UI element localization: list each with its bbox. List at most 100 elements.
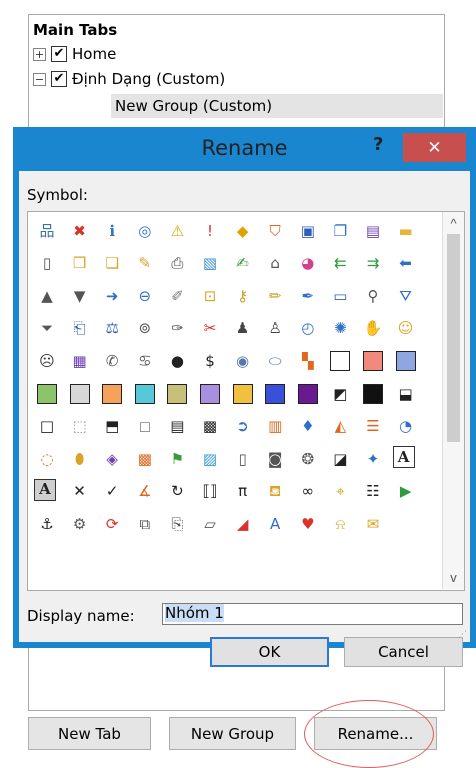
save-all-icon[interactable]: ▤: [360, 218, 386, 244]
ball-icon[interactable]: ●: [164, 348, 190, 374]
hierarchy-icon[interactable]: ⚑: [164, 446, 190, 472]
anchor-icon[interactable]: ⚓: [34, 511, 60, 537]
bottom-half-square-icon[interactable]: ⬓: [393, 381, 419, 407]
tree-item-custom-tab[interactable]: − ✔ Định Dạng (Custom): [33, 67, 225, 91]
outline-square-icon[interactable]: □: [34, 414, 60, 440]
drop-icon[interactable]: ♦: [295, 414, 321, 440]
back-arrows-icon[interactable]: ⇇: [327, 251, 353, 277]
diagram-icon[interactable]: ◪: [327, 446, 353, 472]
refresh-icon[interactable]: ↻: [164, 479, 190, 505]
triangle-down-icon[interactable]: ▼: [67, 283, 93, 309]
violet-square-icon[interactable]: [295, 381, 321, 407]
page-icon[interactable]: ▱: [197, 511, 223, 537]
symbol-scrollbar[interactable]: ^ v: [442, 212, 464, 589]
white-square-icon[interactable]: [327, 348, 353, 374]
gear-person-icon[interactable]: ⚙: [67, 511, 93, 537]
new-document-icon[interactable]: ▯: [34, 251, 60, 277]
tools-icon[interactable]: ✂: [197, 316, 223, 342]
sparkle-icon[interactable]: ✺: [327, 316, 353, 342]
matrix-icon[interactable]: ⟦⟧: [197, 479, 223, 505]
text-fill-icon[interactable]: A: [34, 478, 56, 501]
gray-square-icon[interactable]: [67, 381, 93, 407]
key-icon[interactable]: ⚷: [230, 283, 256, 309]
envelope-icon[interactable]: ✉: [360, 511, 386, 537]
ok-button[interactable]: OK: [210, 637, 329, 667]
list-icon[interactable]: ☷: [360, 479, 386, 505]
color-squares-icon[interactable]: ▚: [295, 348, 321, 374]
rename-button[interactable]: Rename...: [314, 717, 437, 750]
save-icon[interactable]: ▣: [295, 218, 321, 244]
window-icon[interactable]: ▭: [327, 283, 353, 309]
text-box-icon[interactable]: A: [392, 446, 415, 469]
circle-arrow-icon[interactable]: ➲: [230, 414, 256, 440]
expand-icon[interactable]: +: [33, 47, 46, 61]
folder-icon[interactable]: ▬: [393, 218, 419, 244]
broom-icon[interactable]: ⌖: [327, 479, 353, 505]
binoculars-icon[interactable]: ∞: [295, 479, 321, 505]
hand-icon[interactable]: ✋: [360, 316, 386, 342]
layers-icon[interactable]: ◈: [99, 446, 125, 472]
checker-square-icon[interactable]: ▩: [197, 414, 223, 440]
tree-item-new-group[interactable]: New Group (Custom): [111, 94, 443, 118]
stacked-bar-icon[interactable]: ☰: [360, 414, 386, 440]
calculator-icon[interactable]: ▦: [67, 348, 93, 374]
filter-icon[interactable]: ⛛: [393, 283, 419, 309]
folders-icon[interactable]: ❏: [99, 251, 125, 277]
pi-icon[interactable]: π: [230, 479, 256, 505]
new-group-button[interactable]: New Group: [169, 717, 296, 750]
shapes-icon[interactable]: ⧉: [132, 511, 158, 537]
lock-icon[interactable]: ⊡: [197, 283, 223, 309]
paint-bucket-icon[interactable]: ⛾: [262, 479, 288, 505]
error-icon[interactable]: ✖: [67, 218, 93, 244]
clock-icon[interactable]: ◴: [295, 316, 321, 342]
angle-icon[interactable]: ∡: [132, 479, 158, 505]
symbol-grid[interactable]: 品 ✖ ℹ ◎ ⚠! ◆ ⛉ ▣ ❐ ▤ ▬ ▯ ❒ ❏ ✎ ⎙ ▧ ✍ ⌂ ◕ ⇇ ⇉ ⬅ ▲ ▼ ➜ ⊖ ✐ ⊡ ⚷ ✏ ✒ ▭ ⚲ ⛛ ⏷ ⎗ ⚖ ⊚…: [27, 211, 465, 591]
home-checkbox[interactable]: ✔: [51, 46, 67, 62]
tree-people-icon[interactable]: ✦: [360, 446, 386, 472]
ring-icon[interactable]: ◎: [132, 218, 158, 244]
purple-square-icon[interactable]: [197, 381, 223, 407]
filter-dark-icon[interactable]: ⏷: [34, 316, 60, 342]
contact-card-icon[interactable]: ◙: [262, 446, 288, 472]
sign-icon[interactable]: ✍: [230, 251, 256, 277]
print-icon[interactable]: ⎙: [164, 251, 190, 277]
boxes-icon[interactable]: ▩: [132, 446, 158, 472]
note-icon[interactable]: ▯: [230, 446, 256, 472]
wrench-icon[interactable]: ✑: [164, 316, 190, 342]
stripe-square-icon[interactable]: ▤: [164, 414, 190, 440]
dollar-icon[interactable]: $: [197, 348, 223, 374]
left-arrow-icon[interactable]: ⬅: [393, 251, 419, 277]
cyan-square-icon[interactable]: [132, 381, 158, 407]
home-icon[interactable]: ⌂: [262, 251, 288, 277]
yellow-square-icon[interactable]: [230, 381, 256, 407]
back-circle-icon[interactable]: ⊖: [132, 283, 158, 309]
dotted-square-icon[interactable]: ⬚: [67, 414, 93, 440]
half-square-icon[interactable]: ◩: [327, 381, 353, 407]
glasses-icon[interactable]: ⊚: [132, 316, 158, 342]
dialog-titlebar[interactable]: Rename ? ✕: [13, 127, 476, 171]
orange-square-icon[interactable]: [99, 381, 125, 407]
blue-square-icon[interactable]: [262, 381, 288, 407]
scroll-thumb[interactable]: [447, 234, 460, 442]
bell-icon[interactable]: ⍾: [327, 511, 353, 537]
salmon-square-icon[interactable]: [360, 348, 386, 374]
right-arrow-icon[interactable]: ➜: [99, 283, 125, 309]
open-folder-icon[interactable]: ❒: [67, 251, 93, 277]
picture-icon[interactable]: ▧: [197, 251, 223, 277]
cross-icon[interactable]: ✕: [67, 479, 93, 505]
scales-icon[interactable]: ⚖: [99, 316, 125, 342]
black-square-icon[interactable]: [360, 381, 386, 407]
display-name-input[interactable]: Nhóm 1: [162, 603, 463, 625]
exclamation-icon[interactable]: !: [197, 218, 223, 244]
magnifier-icon[interactable]: ⚲: [360, 283, 386, 309]
resize-grip-icon[interactable]: ⋰: [458, 630, 468, 640]
clipboard-icon[interactable]: ⎘: [164, 511, 190, 537]
shield-icon[interactable]: ⛉: [262, 218, 288, 244]
collapse-icon[interactable]: −: [33, 72, 46, 86]
green-square-icon[interactable]: [34, 381, 60, 407]
forward-arrows-icon[interactable]: ⇉: [360, 251, 386, 277]
piggy-bank-icon[interactable]: ♋: [132, 348, 158, 374]
bottom-fill-square-icon[interactable]: ⬒: [99, 414, 125, 440]
empty-square-icon[interactable]: ◻: [132, 414, 158, 440]
org-chart-icon[interactable]: 品: [34, 218, 60, 244]
